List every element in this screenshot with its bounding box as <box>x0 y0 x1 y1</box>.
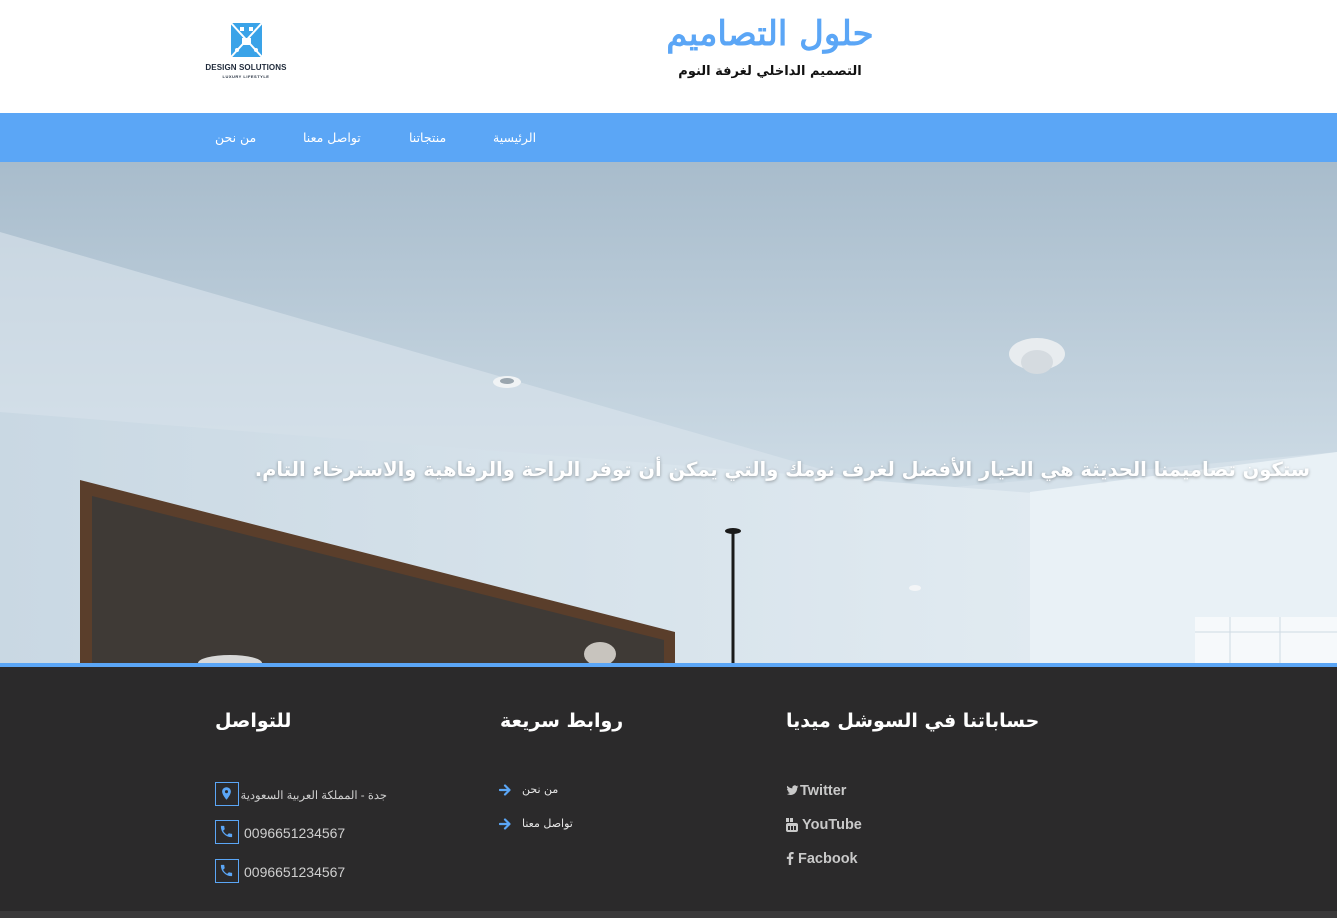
social-link-twitter[interactable]: Twitter <box>786 783 866 799</box>
site-logo[interactable]: DESIGN SOLUTIONS LUXURY LIFESTYLE <box>204 22 288 84</box>
main-nav: الرئيسية منتجاتنا تواصل معنا من نحن <box>0 113 1337 162</box>
contact-phone-2[interactable]: 0096651234567 <box>244 864 345 880</box>
social-link-youtube[interactable]: YouTube <box>786 817 876 833</box>
phone-icon <box>215 820 239 844</box>
nav-item-products[interactable]: منتجاتنا <box>409 130 446 145</box>
site-footer <box>0 667 1337 918</box>
arrow-right-icon <box>499 784 511 796</box>
hero-banner: ستكون تصاميمنا الحديثة هي الخيار الأفضل … <box>0 162 1337 663</box>
twitter-label: Twitter <box>800 783 847 799</box>
logo-subtext: LUXURY LIFESTYLE <box>222 74 270 79</box>
quick-link-contact-label: تواصل معنا <box>522 817 573 830</box>
nav-item-contact[interactable]: تواصل معنا <box>303 130 361 145</box>
quick-link-about[interactable]: من نحن <box>499 783 569 799</box>
facebook-icon <box>786 852 794 865</box>
site-title: حلول التصاميم <box>666 14 874 54</box>
phone-icon <box>215 859 239 883</box>
youtube-icon <box>786 818 798 832</box>
quick-link-about-label: من نحن <box>522 783 559 796</box>
nav-item-about[interactable]: من نحن <box>215 130 256 145</box>
youtube-label: YouTube <box>802 817 862 833</box>
nav-item-home[interactable]: الرئيسية <box>493 130 536 145</box>
arrow-right-icon <box>499 818 511 830</box>
quick-links-title: روابط سريعة <box>500 710 624 732</box>
twitter-icon <box>786 785 799 795</box>
logo-mark-icon <box>230 22 263 58</box>
hero-text: ستكون تصاميمنا الحديثة هي الخيار الأفضل … <box>254 458 1310 481</box>
quick-link-contact[interactable]: تواصل معنا <box>499 817 579 833</box>
contact-title: للتواصل <box>215 710 292 732</box>
contact-address: جدة - المملكة العربية السعودية <box>240 790 387 802</box>
hero-background-image <box>0 162 1337 663</box>
social-link-facebook[interactable]: Facbook <box>786 851 866 867</box>
site-subtitle: التصميم الداخلي لغرفة النوم <box>678 64 862 79</box>
footer-bottom-bar <box>0 911 1337 918</box>
contact-phone-1[interactable]: 0096651234567 <box>244 825 345 841</box>
social-title: حساباتنا في السوشل ميديا <box>786 710 1040 732</box>
site-header: DESIGN SOLUTIONS LUXURY LIFESTYLE حلول ا… <box>0 0 1337 113</box>
location-icon <box>215 782 239 806</box>
logo-text: DESIGN SOLUTIONS <box>205 63 287 72</box>
facebook-label: Facbook <box>798 851 858 867</box>
